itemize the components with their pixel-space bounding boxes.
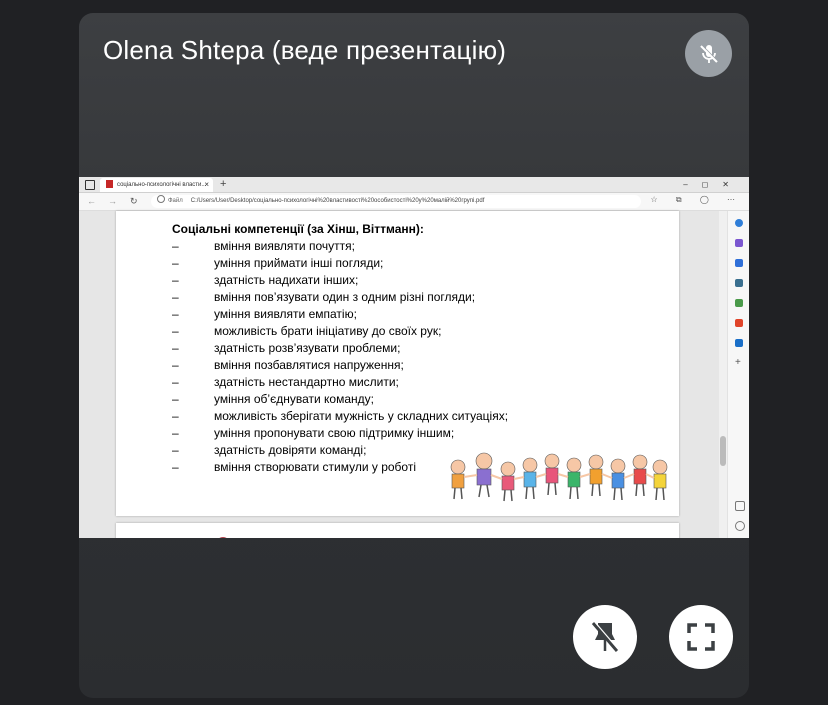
close-tab-icon[interactable]: × (204, 178, 209, 192)
toolbar-icons[interactable]: ☆ ⧉ ◯ ⋯ (650, 195, 743, 205)
address-bar: ← → ↻ Файл C:/Users/User/Desktop/соціальн… (79, 193, 749, 211)
presenter-tile: Olena Shtepa (веде презентацію) соціальн… (79, 13, 749, 698)
search-icon[interactable] (735, 219, 743, 227)
page-heading: Соціальні компетенції (за Хінш, Віттманн… (172, 222, 424, 236)
browser-tab-bar: соціально-психологічні власти... × + –◻✕ (79, 177, 749, 193)
scrollbar[interactable] (719, 211, 727, 538)
sparkle-icon[interactable] (735, 239, 743, 247)
refresh-icon[interactable]: ↻ (130, 196, 138, 207)
settings-icon[interactable] (735, 521, 745, 531)
browser-tab[interactable]: соціально-психологічні власти... × (100, 178, 213, 192)
microphone-off-icon (685, 30, 732, 77)
unpin-button[interactable] (573, 605, 637, 669)
outlook-icon[interactable] (735, 339, 743, 347)
scrollbar-thumb[interactable] (720, 436, 726, 466)
games-icon[interactable] (735, 299, 743, 307)
tab-title: соціально-психологічні власти... (117, 182, 207, 188)
url-text: C:/Users/User/Desktop/соціально-психолог… (190, 198, 485, 204)
window-controls[interactable]: –◻✕ (683, 177, 743, 192)
unpin-icon (591, 621, 619, 652)
url-field[interactable]: Файл C:/Users/User/Desktop/соціально-псих… (151, 195, 641, 208)
forward-icon[interactable]: → (108, 196, 117, 206)
pdf-page: Соціальні компетенції (за Хінш, Віттманн… (116, 211, 679, 516)
presenter-name: Olena Shtepa (веде презентацію) (103, 35, 507, 65)
info-icon (157, 195, 165, 203)
children-illustration (450, 452, 668, 502)
add-icon[interactable]: + (735, 358, 743, 368)
tools-icon[interactable] (735, 279, 743, 287)
new-tab-icon[interactable]: + (220, 177, 226, 191)
tag-icon[interactable] (735, 259, 743, 267)
url-prefix: Файл (168, 198, 183, 204)
tab-actions-icon[interactable] (85, 180, 95, 190)
pdf-page-next (116, 523, 679, 538)
office-icon[interactable] (735, 319, 743, 327)
sidebar-toggle-icon[interactable] (735, 501, 745, 511)
shared-screen: соціально-психологічні власти... × + –◻✕… (79, 177, 749, 538)
pdf-viewer: Соціальні компетенції (за Хінш, Віттманн… (79, 211, 719, 538)
pdf-icon (106, 180, 113, 189)
fullscreen-icon (687, 623, 715, 651)
fullscreen-button[interactable] (669, 605, 733, 669)
browser-sidebar: + (727, 211, 749, 538)
back-icon[interactable]: ← (87, 196, 96, 206)
